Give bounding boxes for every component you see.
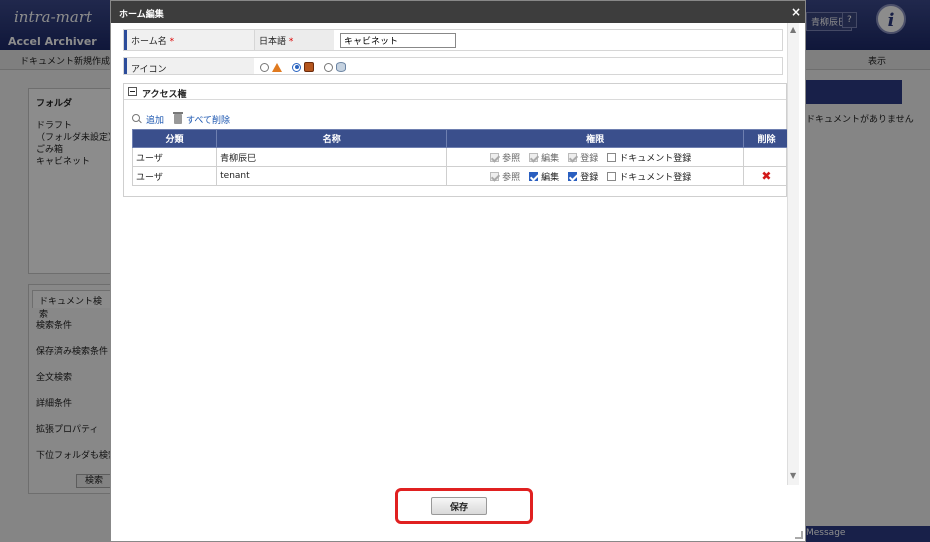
icon-row: アイコン [123,57,783,75]
search-icon [132,114,142,124]
home-name-input[interactable] [340,33,456,48]
dialog-body: ホーム名 * 日本語 * アイコン [119,25,791,485]
perm-view-checkbox [490,152,500,162]
perm-doc-register-label: ドキュメント登録 [619,172,692,183]
scroll-down-icon[interactable]: ▼ [790,471,796,480]
cone-icon [272,62,282,72]
icon-radio-database[interactable] [324,62,333,72]
row-delete-cell [742,147,791,167]
language-label: 日本語 * [254,30,334,50]
access-rights-header[interactable]: アクセス権 [124,84,786,100]
perm-edit-label: 編集 [541,172,560,183]
perm-register-label: 登録 [580,172,599,183]
row-permissions: 参照 編集 登録 ドキュメント登録 [446,147,744,167]
home-edit-dialog: ホーム編集 × ホーム名 * 日本語 * アイコン [110,0,806,542]
perm-doc-register-checkbox[interactable] [607,152,617,162]
required-mark: * [288,37,294,47]
row-permissions: 参照 編集 登録 ドキュメント登録 [446,166,744,186]
column-header-type: 分類 [131,129,218,148]
perm-edit-checkbox [529,152,539,162]
access-rights-section: アクセス権 追加 すべて削除 分類 名称 権限 削除 ユーザ 青柳辰巳 参照 編… [123,83,791,197]
perm-doc-register-label: ドキュメント登録 [619,153,692,164]
home-name-row: ホーム名 * 日本語 * [123,29,783,51]
scroll-up-icon[interactable]: ▲ [790,25,796,34]
icon-radio-cone[interactable] [260,62,269,72]
close-icon[interactable]: × [791,5,801,19]
table-row: ユーザ 青柳辰巳 参照 編集 登録 ドキュメント登録 [131,147,791,167]
database-icon [336,62,346,72]
perm-view-label: 参照 [502,172,521,183]
add-button-label: 追加 [146,115,165,126]
home-name-label-text: ホーム名 [131,37,167,47]
delete-all-label: すべて削除 [186,115,231,126]
dialog-scrollbar[interactable]: ▲ ▼ [787,23,799,485]
icon-label: アイコン [124,58,254,75]
perm-view-label: 参照 [502,153,521,164]
collapse-icon[interactable] [128,87,137,96]
resize-grip-icon[interactable] [795,531,803,539]
home-name-label: ホーム名 * [124,30,254,50]
column-header-permission: 権限 [446,129,744,148]
perm-view-checkbox [490,171,500,181]
table-row: ユーザ tenant 参照 編集 登録 ドキュメント登録 ✖ [131,166,791,186]
row-delete-cell: ✖ [742,166,791,186]
row-name: 青柳辰巳 [216,147,448,167]
save-button[interactable]: 保存 [431,497,487,515]
access-rights-table: 分類 名称 権限 削除 ユーザ 青柳辰巳 参照 編集 登録 ドキュメント登録 ユ… [131,129,791,186]
perm-edit-label: 編集 [541,153,560,164]
cabinet-icon [304,62,314,72]
row-name: tenant [216,166,448,186]
add-button[interactable]: 追加 [132,113,164,126]
access-rights-title: アクセス権 [142,90,187,100]
required-mark: * [169,37,175,47]
column-header-delete: 削除 [742,129,791,148]
perm-register-label: 登録 [580,153,599,164]
dialog-footer: 保存 [111,485,805,541]
trash-icon [173,112,184,124]
perm-edit-checkbox[interactable] [529,171,539,181]
delete-icon[interactable]: ✖ [747,169,786,183]
column-header-name: 名称 [216,129,448,148]
row-type: ユーザ [131,166,218,186]
dialog-title: ホーム編集 [111,1,805,23]
icon-radio-cabinet[interactable] [292,62,301,72]
icon-options [260,60,356,74]
delete-all-button[interactable]: すべて削除 [173,112,231,126]
perm-register-checkbox [568,152,578,162]
access-actions: 追加 すべて削除 [132,112,240,126]
perm-register-checkbox[interactable] [568,171,578,181]
language-label-text: 日本語 [259,37,287,47]
row-type: ユーザ [131,147,218,167]
perm-doc-register-checkbox[interactable] [607,171,617,181]
